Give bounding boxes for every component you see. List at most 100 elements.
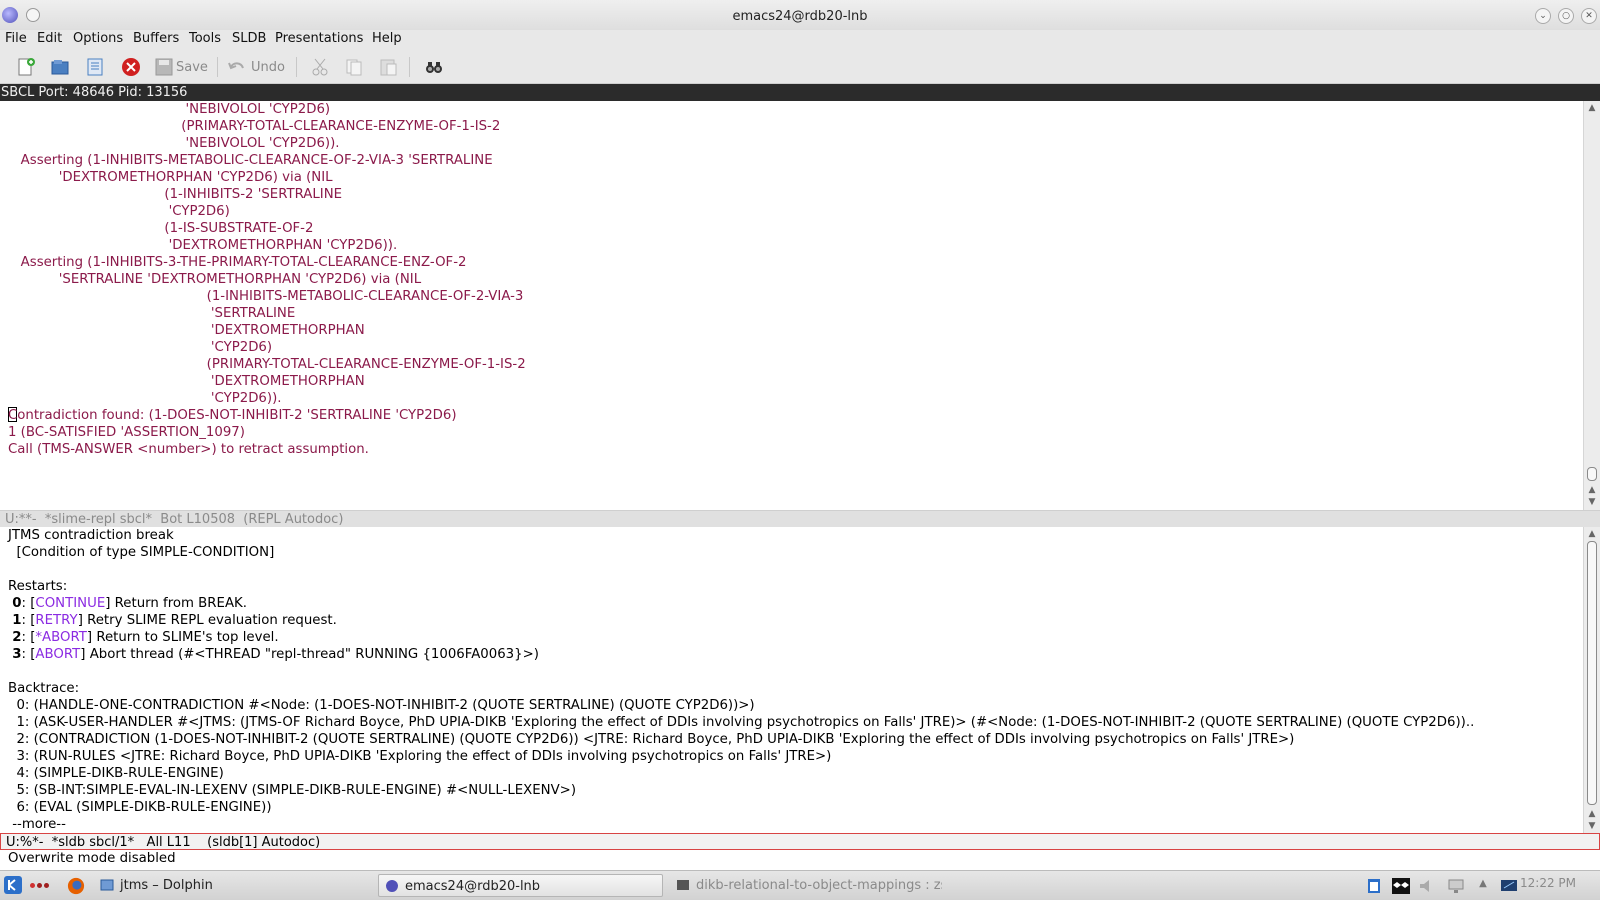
scroll-up-arrow-icon[interactable]: ▲: [1586, 529, 1598, 539]
restart-description: Return to SLIME's top level.: [96, 630, 279, 645]
paste-button[interactable]: [378, 57, 398, 77]
menu-tools[interactable]: Tools: [189, 31, 221, 46]
restart-name[interactable]: CONTINUE: [35, 596, 105, 611]
repl-scrollbar[interactable]: ▲ ▲ ▼: [1583, 101, 1600, 510]
restart-name[interactable]: ABORT: [35, 647, 80, 662]
scroll-up-arrow-icon[interactable]: ▲: [1586, 485, 1598, 495]
restart-item[interactable]: 1: [RETRY] Retry SLIME REPL evaluation r…: [8, 612, 337, 629]
restart-number: 2: [12, 630, 22, 645]
backtrace-frame[interactable]: 2: (CONTRADICTION (1-DOES-NOT-INHIBIT-2 …: [8, 731, 1294, 748]
volume-tray-icon[interactable]: [1418, 878, 1436, 894]
restart-item[interactable]: 2: [*ABORT] Return to SLIME's top level.: [8, 629, 279, 646]
menu-file[interactable]: File: [5, 31, 27, 46]
pager-icon[interactable]: [30, 883, 52, 889]
task-dolphin[interactable]: jtms – Dolphin: [94, 874, 366, 897]
dired-button[interactable]: [85, 57, 105, 77]
save-label: Save: [176, 60, 208, 75]
undo-label: Undo: [251, 60, 285, 75]
paste-icon: [380, 59, 397, 76]
repl-header-line: SBCL Port: 48646 Pid: 13156: [0, 84, 1600, 101]
scroll-up-arrow-icon[interactable]: ▲: [1586, 809, 1598, 819]
sldb-mode-line[interactable]: U:%*- *sldb sbcl/1* All L11 (sldb[1] Aut…: [0, 833, 1600, 850]
menu-presentations[interactable]: Presentations: [275, 31, 363, 46]
repl-line: (1-INHIBITS-2 'SERTRALINE: [8, 187, 343, 202]
close-buffer-button[interactable]: [121, 57, 141, 77]
undo-icon: [228, 62, 244, 70]
network-tray-icon[interactable]: [1447, 878, 1465, 894]
repl-line: 'CYP2D6)).: [8, 391, 282, 406]
close-icon: [122, 58, 140, 76]
cut-button[interactable]: [310, 57, 330, 77]
directory-icon: [87, 58, 103, 76]
backtrace-more-link[interactable]: --more--: [8, 816, 66, 833]
backtrace-frame[interactable]: 3: (RUN-RULES <JTRE: Richard Boyce, PhD …: [8, 748, 831, 765]
new-file-button[interactable]: [16, 57, 36, 77]
task-label: emacs24@rdb20-lnb: [405, 879, 541, 894]
repl-buffer[interactable]: 'NEBIVOLOL 'CYP2D6) (PRIMARY-TOTAL-CLEAR…: [0, 101, 1583, 510]
restart-name[interactable]: RETRY: [35, 613, 77, 628]
task-emacs[interactable]: emacs24@rdb20-lnb: [378, 874, 663, 897]
search-button[interactable]: [424, 57, 444, 77]
dropbox-tray-icon[interactable]: [1392, 878, 1410, 894]
firefox-icon[interactable]: [67, 877, 85, 895]
repl-line: Asserting (1-INHIBITS-3-THE-PRIMARY-TOTA…: [8, 255, 467, 270]
toolbar: Save Undo: [0, 50, 1600, 84]
save-icon: [155, 58, 173, 76]
sldb-scroll-thumb[interactable]: [1587, 541, 1597, 805]
window-titlebar[interactable]: emacs24@rdb20-lnb ⌄ ○ ✕: [0, 0, 1600, 34]
minimize-button[interactable]: ⌄: [1535, 8, 1551, 24]
toolbar-separator: [296, 57, 297, 77]
repl-line: 'CYP2D6): [8, 340, 273, 355]
scroll-down-arrow-icon[interactable]: ▼: [1586, 821, 1598, 831]
repl-line: 'SERTRALINE 'DEXTROMETHORPHAN 'CYP2D6) v…: [8, 272, 422, 287]
kde-launcher-icon[interactable]: [3, 875, 23, 895]
scissors-icon: [312, 58, 328, 76]
backtrace-frame[interactable]: 6: (EVAL (SIMPLE-DIKB-RULE-ENGINE)): [8, 799, 271, 816]
repl-scroll-thumb[interactable]: [1587, 467, 1597, 481]
backtrace-frame[interactable]: 0: (HANDLE-ONE-CONTRADICTION #<Node: (1-…: [8, 697, 754, 714]
clipboard-tray-icon[interactable]: [1365, 878, 1383, 894]
toolbar-separator: [409, 57, 410, 77]
task-konsole[interactable]: dikb-relational-to-object-mappings : zsh: [670, 874, 942, 897]
undo-button[interactable]: Undo: [227, 57, 289, 77]
repl-line: (1-INHIBITS-METABOLIC-CLEARANCE-OF-2-VIA…: [8, 289, 524, 304]
scroll-down-arrow-icon[interactable]: ▼: [1586, 497, 1598, 507]
backtrace-frame[interactable]: 5: (SB-INT:SIMPLE-EVAL-IN-LEXENV (SIMPLE…: [8, 782, 576, 799]
restart-number: 3: [12, 647, 22, 662]
restart-number: 0: [12, 596, 22, 611]
restart-item[interactable]: 3: [ABORT] Abort thread (#<THREAD "repl-…: [8, 646, 539, 663]
sldb-buffer[interactable]: JTMS contradiction break [Condition of t…: [0, 527, 1583, 833]
window-title: emacs24@rdb20-lnb: [732, 9, 868, 24]
restart-item[interactable]: 0: [CONTINUE] Return from BREAK.: [8, 595, 247, 612]
repl-mode-line[interactable]: U:**- *slime-repl sbcl* Bot L10508 (REPL…: [0, 510, 1600, 527]
repl-line: (PRIMARY-TOTAL-CLEARANCE-ENZYME-OF-1-IS-…: [8, 119, 501, 134]
maximize-button[interactable]: ○: [1558, 8, 1574, 24]
menu-buffers[interactable]: Buffers: [133, 31, 179, 46]
close-window-button[interactable]: ✕: [1581, 8, 1597, 24]
menu-sldb[interactable]: SLDB: [232, 31, 266, 46]
open-file-icon: [51, 60, 69, 75]
menu-edit[interactable]: Edit: [37, 31, 62, 46]
backtrace-header: Backtrace:: [8, 681, 80, 696]
open-file-button[interactable]: [50, 57, 70, 77]
scroll-up-arrow-icon[interactable]: ▲: [1586, 103, 1598, 113]
tray-expand-icon[interactable]: ▲: [1474, 878, 1492, 894]
restart-name[interactable]: *ABORT: [35, 630, 87, 645]
copy-button[interactable]: [344, 57, 364, 77]
backtrace-frame[interactable]: 4: (SIMPLE-DIKB-RULE-ENGINE): [8, 765, 223, 782]
backtrace-frame[interactable]: 1: (ASK-USER-HANDLER #<JTMS: (JTMS-OF Ri…: [8, 714, 1474, 731]
task-label: dikb-relational-to-object-mappings : zsh: [696, 878, 942, 893]
repl-line: Call (TMS-ANSWER <number>) to retract as…: [8, 442, 369, 457]
repl-line: 1 (BC-SATISFIED 'ASSERTION_1097): [8, 425, 245, 440]
sldb-title: JTMS contradiction break: [8, 528, 174, 543]
clock[interactable]: 12:22 PM: [1520, 876, 1576, 890]
sldb-scrollbar[interactable]: ▲ ▲ ▼: [1583, 527, 1600, 833]
save-button[interactable]: Save: [154, 57, 210, 77]
menu-options[interactable]: Options: [73, 31, 123, 46]
terminal-icon: [677, 880, 689, 890]
menu-help[interactable]: Help: [372, 31, 402, 46]
repl-line: 'DEXTROMETHORPHAN 'CYP2D6)).: [8, 238, 398, 253]
repl-line: 'CYP2D6): [8, 204, 230, 219]
dolphin-icon: [100, 879, 114, 891]
display-tray-icon[interactable]: [1500, 878, 1518, 894]
